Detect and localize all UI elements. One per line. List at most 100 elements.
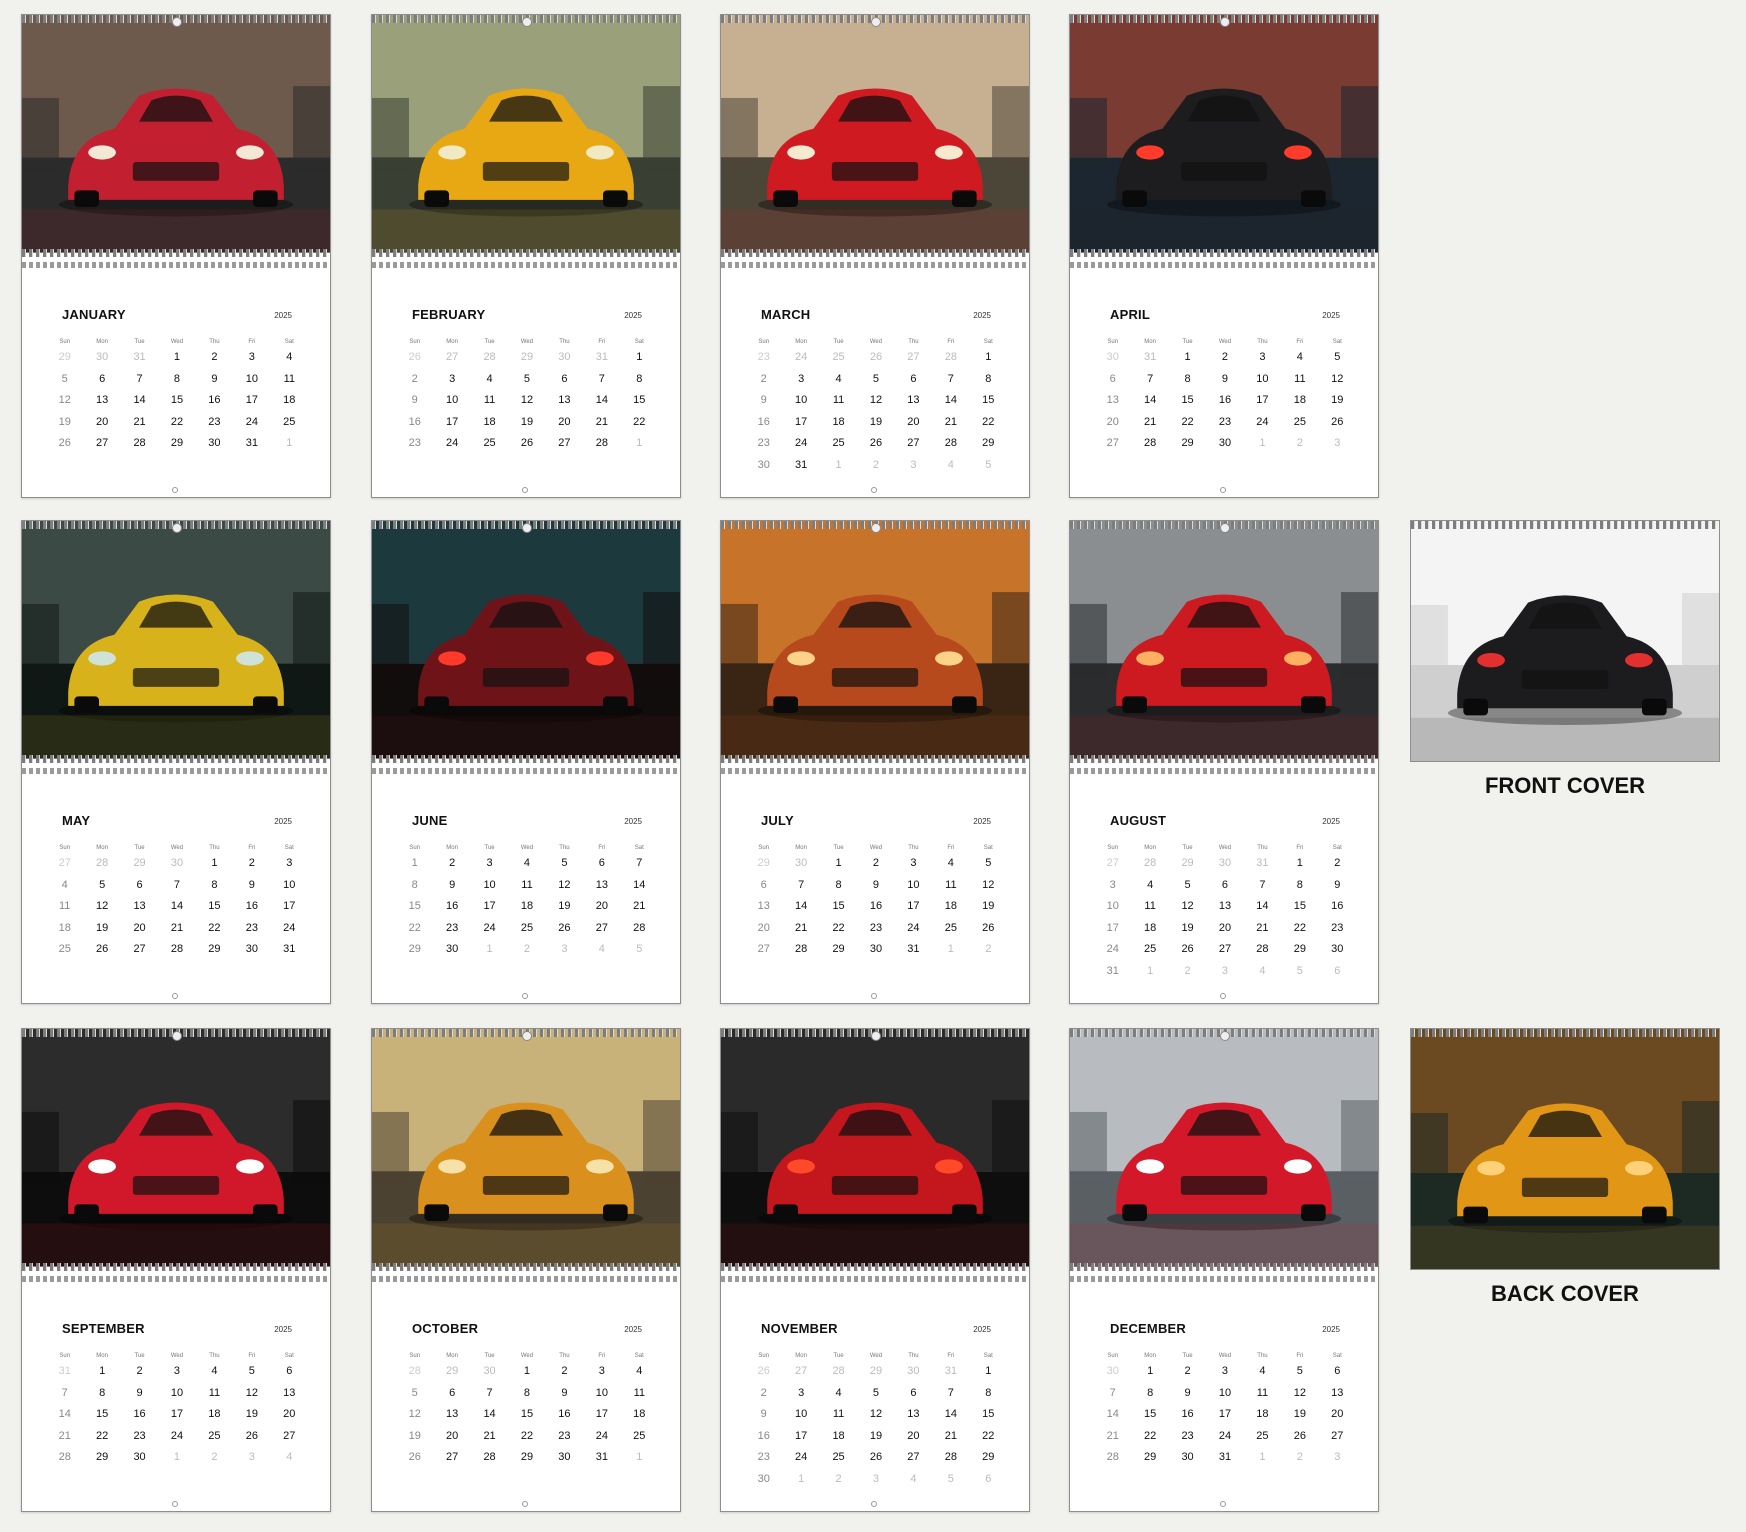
day-cell: 18: [58, 921, 71, 934]
weekday-label: Thu: [559, 339, 570, 345]
day-cell-outside-month: 1: [636, 1451, 643, 1464]
hole-marker-icon: [1220, 487, 1226, 493]
day-cell: 12: [1181, 900, 1194, 913]
weekday-header: Sun Mon Tue Wed Thu Fri Sat: [1094, 845, 1356, 851]
back-cover-label: BACK COVER: [1491, 1281, 1639, 1306]
spiral-binding: [22, 1263, 330, 1271]
calendar-preview-sheet: JANUARY 2025 Sun Mon Tue Wed Thu Fri Sat 29 30 31 1 2…: [0, 0, 1746, 1532]
day-cell: 1: [411, 857, 418, 869]
spiral-binding: [22, 768, 330, 774]
weekday-label: Fri: [1296, 1353, 1304, 1359]
day-cell: 25: [483, 437, 496, 450]
day-cell-outside-month: 29: [869, 1365, 883, 1377]
day-cell: 26: [1331, 415, 1344, 428]
month-title: OCTOBER: [412, 1321, 479, 1336]
weekday-label: Tue: [833, 845, 844, 851]
day-cell: 20: [907, 1429, 920, 1442]
spiral-binding: [1070, 768, 1378, 774]
red-sports-car-side-photo: [721, 15, 1029, 253]
day-cell: 21: [944, 1429, 957, 1442]
day-cell: 12: [96, 900, 109, 913]
day-cell: 16: [1218, 394, 1232, 407]
spiral-binding: [721, 249, 1029, 257]
day-cell: 23: [446, 921, 459, 934]
day-cell: 31: [795, 458, 808, 471]
day-cell: 24: [595, 1429, 608, 1442]
day-cell: 22: [982, 415, 995, 428]
day-cell-outside-month: 30: [170, 857, 184, 869]
day-cell: 20: [133, 921, 146, 934]
day-cell: 26: [1181, 943, 1194, 956]
day-cell: 17: [170, 1408, 184, 1421]
day-cell: 18: [520, 900, 534, 913]
weekday-label: Fri: [1296, 339, 1304, 345]
weekday-label: Tue: [1182, 1353, 1193, 1359]
day-cell-outside-month: 27: [795, 1365, 808, 1377]
day-cell: 7: [1147, 372, 1154, 385]
day-cell-outside-month: 29: [757, 857, 770, 869]
day-cell: 13: [1106, 394, 1119, 407]
day-cell: 15: [408, 900, 421, 913]
day-cell: 5: [523, 372, 531, 385]
day-cell: 20: [446, 1429, 459, 1442]
month-title: JUNE: [412, 813, 448, 828]
day-grid: 27 28 29 30 1 2 3 4 5 6 7 8 9 10 11 12 13 14 15 16 17 18 19 20 2…: [46, 857, 308, 965]
weekday-label: Fri: [598, 845, 606, 851]
day-cell: 11: [1294, 372, 1306, 385]
spiral-binding: [1070, 755, 1378, 763]
day-cell: 2: [136, 1365, 143, 1377]
day-cell: 4: [1147, 878, 1154, 891]
day-cell: 13: [96, 394, 109, 407]
day-cell: 13: [907, 394, 920, 407]
day-cell: 12: [982, 878, 995, 891]
day-cell: 25: [944, 921, 957, 934]
day-cell-outside-month: 1: [1259, 437, 1266, 450]
weekday-label: Sat: [634, 1353, 644, 1359]
day-cell: 29: [982, 1451, 995, 1464]
day-cell: 30: [1218, 437, 1232, 450]
weekday-label: Thu: [209, 845, 220, 851]
day-cell-outside-month: 2: [835, 1472, 842, 1485]
hanger-hook-icon: [1220, 17, 1230, 27]
day-cell: 15: [1181, 394, 1194, 407]
day-cell: 8: [211, 878, 218, 891]
day-cell: 2: [411, 372, 418, 385]
day-cell: 20: [1331, 1408, 1344, 1421]
calendar-page-february: FEBRUARY 2025 Sun Mon Tue Wed Thu Fri Sat 26 27 28 2…: [371, 14, 681, 498]
weekday-header: Sun Mon Tue Wed Thu Fri Sat: [745, 339, 1007, 345]
red-car-rear-neon-photo: [372, 521, 680, 759]
day-cell-outside-month: 2: [1296, 437, 1303, 450]
day-cell: 30: [757, 1472, 770, 1485]
day-cell: 24: [245, 415, 258, 428]
weekday-label: Fri: [248, 845, 256, 851]
day-cell: 28: [795, 943, 808, 956]
month-title: APRIL: [1110, 307, 1150, 322]
day-cell: 30: [133, 1451, 146, 1464]
day-cell: 5: [248, 1365, 255, 1377]
day-cell: 14: [595, 394, 608, 407]
day-cell-outside-month: 1: [636, 437, 643, 450]
day-cell: 26: [520, 437, 534, 450]
hanger-hook-icon: [522, 17, 532, 27]
yellow-sports-car-rear-photo: [372, 15, 680, 253]
day-cell: 26: [1293, 1429, 1306, 1442]
weekday-label: Sun: [409, 845, 421, 851]
day-cell: 28: [58, 1451, 71, 1464]
hanger-hook-icon: [871, 17, 881, 27]
day-cell-outside-month: 2: [1184, 964, 1191, 977]
day-cell: 22: [1181, 415, 1194, 428]
weekday-label: Sat: [983, 339, 993, 345]
day-grid: 28 29 30 1 2 3 4 5 6 7 8 9 10 11 12 13 14 15 16 17 18 19 20 21 2…: [396, 1365, 658, 1473]
month-grid: MAY 2025 Sun Mon Tue Wed Thu Fri Sat 27 28 29 30 1 2 3 4…: [22, 777, 330, 1003]
day-cell: 30: [245, 943, 258, 956]
day-cell: 21: [795, 921, 808, 934]
day-cell: 31: [907, 943, 920, 956]
month-title: MARCH: [761, 307, 811, 322]
day-cell-outside-month: 31: [133, 351, 146, 363]
calendar-page-july: JULY 2025 Sun Mon Tue Wed Thu Fri Sat 29 30 1 2 3 4 5 6 7…: [720, 520, 1030, 1004]
day-cell: 10: [483, 878, 496, 891]
day-cell: 18: [832, 415, 845, 428]
day-cell-outside-month: 5: [636, 943, 643, 956]
weekday-label: Tue: [134, 339, 145, 345]
spiral-binding: [22, 755, 330, 763]
